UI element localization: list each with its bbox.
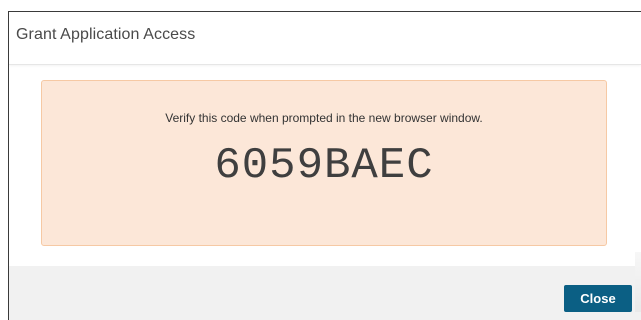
dialog-title: Grant Application Access <box>16 26 196 43</box>
dialog-footer: Close <box>9 266 641 320</box>
dialog-header: Grant Application Access <box>9 12 641 65</box>
grant-access-dialog: Grant Application Access Verify this cod… <box>8 11 641 320</box>
close-button[interactable]: Close <box>564 285 632 312</box>
scroll-edge <box>635 252 641 312</box>
code-instruction-text: Verify this code when prompted in the ne… <box>165 111 483 125</box>
verification-code: 6059BAEC <box>214 141 434 191</box>
verification-code-panel: Verify this code when prompted in the ne… <box>41 80 607 246</box>
